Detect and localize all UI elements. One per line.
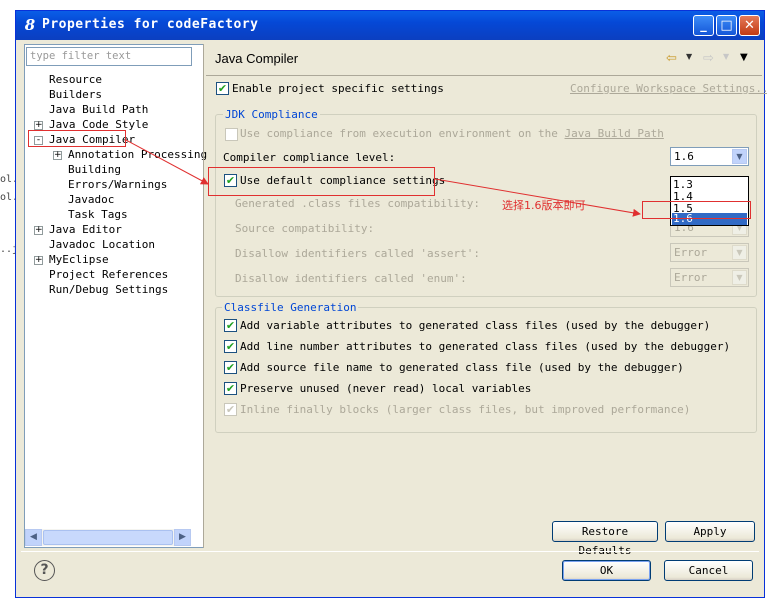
annotation-arrow (125, 139, 209, 185)
annotation-arrow (434, 178, 641, 217)
annotation-arrows (125, 139, 641, 217)
